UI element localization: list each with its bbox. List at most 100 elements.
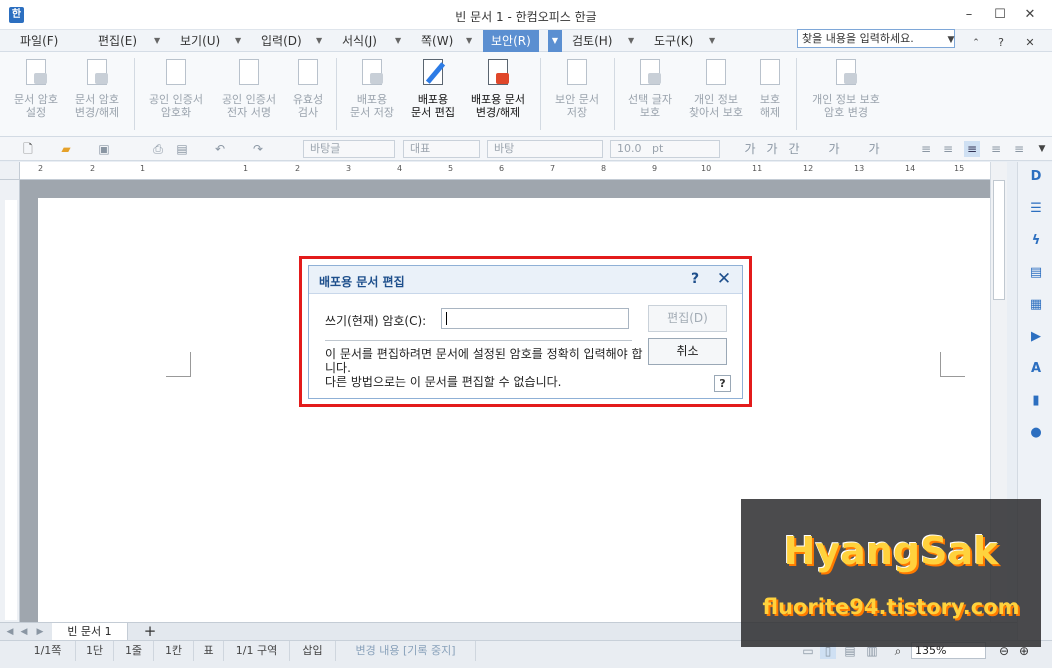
status-insert-mode[interactable]: 삽입: [290, 641, 336, 661]
status-track-changes[interactable]: 변경 내용 [기록 중지]: [336, 641, 476, 661]
bold-icon[interactable]: 가: [742, 141, 758, 157]
save-secure-button[interactable]: 보안 문서 저장: [546, 57, 608, 119]
help-button[interactable]: ?: [714, 375, 731, 392]
lock-icon: [22, 57, 50, 89]
dialog-title-bar[interactable]: 배포용 문서 편집 ? ✕: [309, 266, 742, 294]
binoculars-icon: [702, 57, 730, 89]
chevron-down-icon[interactable]: ▼: [154, 30, 160, 52]
menu-format[interactable]: 서식(J): [342, 30, 377, 52]
menu-file[interactable]: 파일(F): [20, 30, 58, 52]
clipboard-icon[interactable]: ▦: [1027, 296, 1045, 314]
undo-icon[interactable]: ↶: [212, 141, 228, 157]
doc-info-icon[interactable]: D: [1027, 168, 1045, 186]
privacy-password-button[interactable]: 개인 정보 보호 암호 변경: [802, 57, 890, 119]
redo-icon[interactable]: ↷: [250, 141, 266, 157]
status-col: 1칸: [154, 641, 194, 661]
security-ribbon: 문서 암호 설정 문서 암호 변경/해제 공인 인증서 암호화 공인 인증서 전…: [0, 52, 1052, 137]
cancel-button[interactable]: 취소: [648, 338, 727, 365]
status-table: 표: [194, 641, 224, 661]
save-icon[interactable]: ▣: [96, 141, 112, 157]
tab-prev-icon[interactable]: ◀: [18, 624, 30, 640]
lightning-icon[interactable]: ϟ: [1027, 232, 1045, 250]
tab-blank-document[interactable]: 빈 문서 1: [52, 623, 128, 640]
menu-edit[interactable]: 편집(E): [98, 30, 137, 52]
edit-distribution-button[interactable]: 배포용 문서 편집: [404, 57, 462, 119]
menu-review[interactable]: 검토(H): [572, 30, 612, 52]
chevron-down-icon[interactable]: ▼: [709, 30, 715, 52]
align-justify-icon[interactable]: ≡: [918, 141, 934, 157]
find-protect-button[interactable]: 개인 정보 찾아서 보호: [682, 57, 750, 119]
vertical-ruler[interactable]: [0, 180, 20, 622]
ruler-corner[interactable]: [0, 162, 20, 180]
bookmark-icon[interactable]: ▮: [1027, 392, 1045, 410]
help-icon[interactable]: ?: [687, 271, 703, 287]
chevron-down-icon[interactable]: ▼: [395, 30, 401, 52]
status-section[interactable]: 1/1 구역: [224, 641, 290, 661]
edit-button[interactable]: 편집(D): [648, 305, 727, 332]
save-distribution-button[interactable]: 배포용 문서 저장: [343, 57, 401, 119]
tab-next-icon[interactable]: ▶: [34, 624, 46, 640]
chevron-down-icon[interactable]: ▼: [235, 30, 241, 52]
menu-page[interactable]: 쪽(W): [421, 30, 453, 52]
horizontal-ruler[interactable]: 2 2 1 1 2 3 4 5 6 7 8 9 10 11 12 13 14 1…: [20, 162, 990, 180]
unprotect-button[interactable]: 보호 해제: [752, 57, 788, 119]
collapse-ribbon-icon[interactable]: ⌃: [965, 33, 987, 53]
superscript-icon[interactable]: 가: [866, 141, 882, 157]
margin-mark: [940, 352, 965, 377]
notes-icon[interactable]: ▤: [1027, 264, 1045, 282]
text-style-icon[interactable]: A: [1027, 360, 1045, 378]
underline-icon[interactable]: 간: [786, 141, 802, 157]
font-lang-select[interactable]: 대표: [403, 140, 480, 158]
chevron-down-icon[interactable]: ▼: [548, 30, 562, 52]
chevron-down-icon[interactable]: ▼: [316, 30, 322, 52]
align-left-icon[interactable]: ≡: [940, 141, 956, 157]
add-tab-icon[interactable]: +: [142, 623, 158, 639]
watermark-url: fluorite94.tistory.com: [762, 595, 1020, 619]
strike-icon[interactable]: 가: [826, 141, 842, 157]
italic-icon[interactable]: 가: [764, 141, 780, 157]
style-select[interactable]: 바탕글: [303, 140, 395, 158]
person-icon[interactable]: ●: [1027, 424, 1045, 442]
chevron-down-icon[interactable]: ▼: [466, 30, 472, 52]
list-icon[interactable]: ☰: [1027, 200, 1045, 218]
validate-button[interactable]: 유효성 검사: [287, 57, 329, 119]
close-icon[interactable]: ✕: [1019, 5, 1041, 25]
chevron-down-icon[interactable]: ▼: [628, 30, 634, 52]
protect-text-button[interactable]: 선택 글자 보호: [620, 57, 680, 119]
set-password-button[interactable]: 문서 암호 설정: [8, 57, 64, 119]
font-size-select[interactable]: 10.0 pt: [610, 140, 720, 158]
search-input[interactable]: 찾을 내용을 입력하세요.: [797, 29, 955, 48]
menu-tools[interactable]: 도구(K): [654, 30, 693, 52]
text-lock-icon: [636, 57, 664, 89]
password-input[interactable]: [441, 308, 629, 329]
minimize-icon[interactable]: –: [958, 5, 980, 25]
certificate-icon: [162, 57, 190, 89]
preview-icon[interactable]: ▤: [174, 141, 190, 157]
open-folder-icon[interactable]: ▰: [58, 141, 74, 157]
change-password-button[interactable]: 문서 암호 변경/해제: [68, 57, 126, 119]
cert-sign-button[interactable]: 공인 인증서 전자 서명: [213, 57, 285, 119]
play-icon[interactable]: ▶: [1027, 328, 1045, 346]
menu-security[interactable]: 보안(R): [483, 30, 539, 52]
align-center-icon[interactable]: ≡: [964, 141, 980, 157]
chevron-down-icon[interactable]: ▼: [1034, 141, 1050, 157]
menu-insert[interactable]: 입력(D): [261, 30, 302, 52]
print-icon[interactable]: ⎙: [150, 141, 166, 157]
new-doc-icon[interactable]: 🗋: [20, 141, 36, 157]
status-line: 1줄: [114, 641, 154, 661]
distribute-icon[interactable]: ≡: [1011, 141, 1027, 157]
menu-view[interactable]: 보기(U): [180, 30, 220, 52]
change-distribution-button[interactable]: 배포용 문서 변경/해제: [463, 57, 533, 119]
maximize-icon[interactable]: ☐: [989, 5, 1011, 25]
divider: [325, 340, 632, 341]
align-right-icon[interactable]: ≡: [988, 141, 1004, 157]
close-icon[interactable]: ✕: [714, 269, 734, 289]
tab-scroll-left-icon[interactable]: ◀: [4, 624, 16, 640]
status-page[interactable]: 1/1쪽: [20, 641, 76, 661]
unlock-icon: [83, 57, 111, 89]
chevron-down-icon[interactable]: ▼: [940, 30, 962, 50]
close-doc-icon[interactable]: ✕: [1019, 33, 1041, 53]
cert-encrypt-button[interactable]: 공인 인증서 암호화: [141, 57, 211, 119]
help-icon[interactable]: ?: [990, 33, 1012, 53]
font-select[interactable]: 바탕: [487, 140, 603, 158]
